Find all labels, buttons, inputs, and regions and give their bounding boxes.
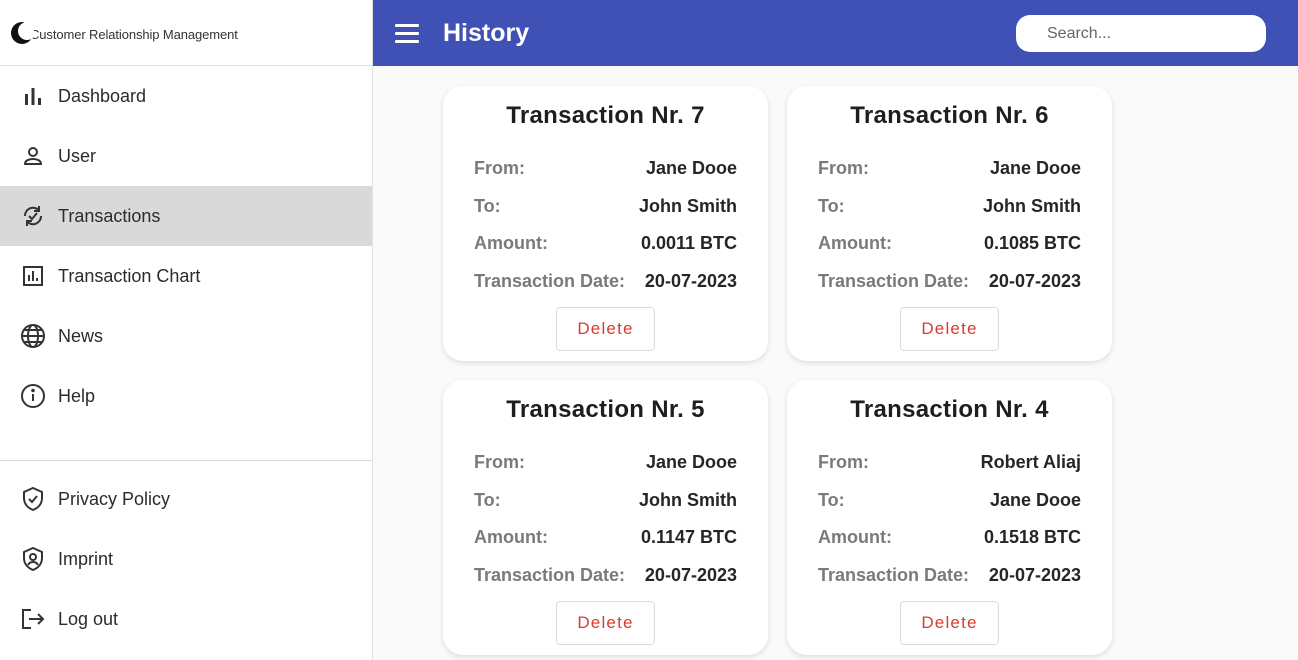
delete-button[interactable]: Delete xyxy=(556,601,655,645)
transaction-card: Transaction Nr. 5 From: Jane Dooe To: John… xyxy=(443,380,768,655)
to-row: To: John Smith xyxy=(474,196,737,217)
to-value: John Smith xyxy=(639,490,737,510)
sidebar-item-privacy-policy[interactable]: Privacy Policy xyxy=(0,469,372,529)
to-label: To: xyxy=(474,490,501,510)
date-label: Transaction Date: xyxy=(818,565,970,585)
from-row: From: Jane Dooe xyxy=(474,158,737,179)
amount-label: Amount: xyxy=(818,527,892,547)
to-row: To: Jane Dooe xyxy=(818,490,1081,511)
from-label: From: xyxy=(474,452,525,472)
from-label: From: xyxy=(818,158,869,178)
sidebar-item-user[interactable]: User xyxy=(0,126,372,186)
sidebar-divider xyxy=(0,460,372,461)
from-value: Jane Dooe xyxy=(645,158,737,178)
date-value: 20-07-2023 xyxy=(988,271,1081,291)
sidebar-item-imprint[interactable]: Imprint xyxy=(0,529,372,589)
amount-row: Amount: 0.1085 BTC xyxy=(818,233,1081,254)
date-value: 20-07-2023 xyxy=(644,565,737,585)
from-value: Robert Aliaj xyxy=(980,452,1081,472)
to-row: To: John Smith xyxy=(474,490,737,511)
brand-name: Customer Relationship Management xyxy=(30,27,238,42)
date-label: Transaction Date: xyxy=(474,271,626,291)
shield-check-icon xyxy=(20,486,46,512)
date-label: Transaction Date: xyxy=(474,565,626,585)
to-label: To: xyxy=(818,196,845,216)
to-label: To: xyxy=(474,196,501,216)
date-label: Transaction Date: xyxy=(818,271,970,291)
from-value: Jane Dooe xyxy=(645,452,737,472)
crescent-logo-icon xyxy=(10,21,36,45)
transaction-card: Transaction Nr. 4 From: Robert Aliaj To: J… xyxy=(787,380,1112,655)
globe-icon xyxy=(20,323,46,349)
sidebar-item-label: News xyxy=(58,325,104,346)
amount-value: 0.1085 BTC xyxy=(983,233,1081,253)
search-input[interactable] xyxy=(1016,15,1266,52)
transactions-icon xyxy=(20,203,46,229)
to-value: John Smith xyxy=(639,196,737,216)
sidebar-item-label: Help xyxy=(58,385,96,406)
date-value: 20-07-2023 xyxy=(988,565,1081,585)
from-row: From: Jane Dooe xyxy=(474,452,737,473)
delete-button[interactable]: Delete xyxy=(900,307,999,351)
to-value: Jane Dooe xyxy=(989,490,1081,510)
page-title: History xyxy=(443,18,530,47)
transaction-title: Transaction Nr. 4 xyxy=(850,396,1049,423)
sidebar-item-dashboard[interactable]: Dashboard xyxy=(0,66,372,126)
from-row: From: Jane Dooe xyxy=(818,158,1081,179)
transaction-title: Transaction Nr. 5 xyxy=(506,396,705,423)
transaction-card: Transaction Nr. 6 From: Jane Dooe To: John… xyxy=(787,86,1112,361)
delete-button[interactable]: Delete xyxy=(900,601,999,645)
from-label: From: xyxy=(474,158,525,178)
amount-label: Amount: xyxy=(474,527,548,547)
sidebar-item-news[interactable]: News xyxy=(0,306,372,366)
sidebar-item-transactions[interactable]: Transactions xyxy=(0,186,372,246)
delete-button[interactable]: Delete xyxy=(556,307,655,351)
hamburger-menu-icon[interactable] xyxy=(395,19,423,47)
footer-nav: Privacy Policy Imprint Log out xyxy=(0,469,372,649)
amount-label: Amount: xyxy=(818,233,892,253)
to-value: John Smith xyxy=(983,196,1081,216)
person-icon xyxy=(20,143,46,169)
transaction-card: Transaction Nr. 7 From: Jane Dooe To: John… xyxy=(443,86,768,361)
top-app-bar: History xyxy=(373,0,1298,66)
date-row: Transaction Date: 20-07-2023 xyxy=(474,271,737,292)
amount-row: Amount: 0.0011 BTC xyxy=(474,233,737,254)
date-row: Transaction Date: 20-07-2023 xyxy=(474,565,737,586)
main-nav: Dashboard User Transactions Transaction … xyxy=(0,66,372,426)
sidebar-item-label: Transactions xyxy=(58,205,161,226)
amount-value: 0.0011 BTC xyxy=(640,233,737,253)
sidebar-item-label: Transaction Chart xyxy=(58,265,201,286)
sidebar-item-label: User xyxy=(58,145,97,166)
sidebar-item-transaction-chart[interactable]: Transaction Chart xyxy=(0,246,372,306)
bar-chart-icon xyxy=(20,83,46,109)
date-value: 20-07-2023 xyxy=(644,271,737,291)
sidebar-item-label: Imprint xyxy=(58,548,114,569)
sidebar: Customer Relationship Management Dashboa… xyxy=(0,0,373,660)
transaction-title: Transaction Nr. 6 xyxy=(850,102,1049,129)
sidebar-item-label: Dashboard xyxy=(58,85,147,106)
transaction-title: Transaction Nr. 7 xyxy=(506,102,705,129)
sidebar-item-help[interactable]: Help xyxy=(0,366,372,426)
brand-logo[interactable]: Customer Relationship Management xyxy=(0,0,372,66)
sidebar-item-label: Log out xyxy=(58,608,119,629)
info-icon xyxy=(20,383,46,409)
sidebar-item-log-out[interactable]: Log out xyxy=(0,589,372,649)
amount-value: 0.1518 BTC xyxy=(983,527,1081,547)
amount-row: Amount: 0.1518 BTC xyxy=(818,527,1081,548)
sidebar-item-label: Privacy Policy xyxy=(58,488,171,509)
from-label: From: xyxy=(818,452,869,472)
date-row: Transaction Date: 20-07-2023 xyxy=(818,271,1081,292)
shield-person-icon xyxy=(20,546,46,572)
amount-label: Amount: xyxy=(474,233,548,253)
from-value: Jane Dooe xyxy=(989,158,1081,178)
date-row: Transaction Date: 20-07-2023 xyxy=(818,565,1081,586)
to-label: To: xyxy=(818,490,845,510)
chart-box-icon xyxy=(20,263,46,289)
amount-row: Amount: 0.1147 BTC xyxy=(474,527,737,548)
amount-value: 0.1147 BTC xyxy=(640,527,737,547)
from-row: From: Robert Aliaj xyxy=(818,452,1081,473)
to-row: To: John Smith xyxy=(818,196,1081,217)
logout-icon xyxy=(20,606,46,632)
